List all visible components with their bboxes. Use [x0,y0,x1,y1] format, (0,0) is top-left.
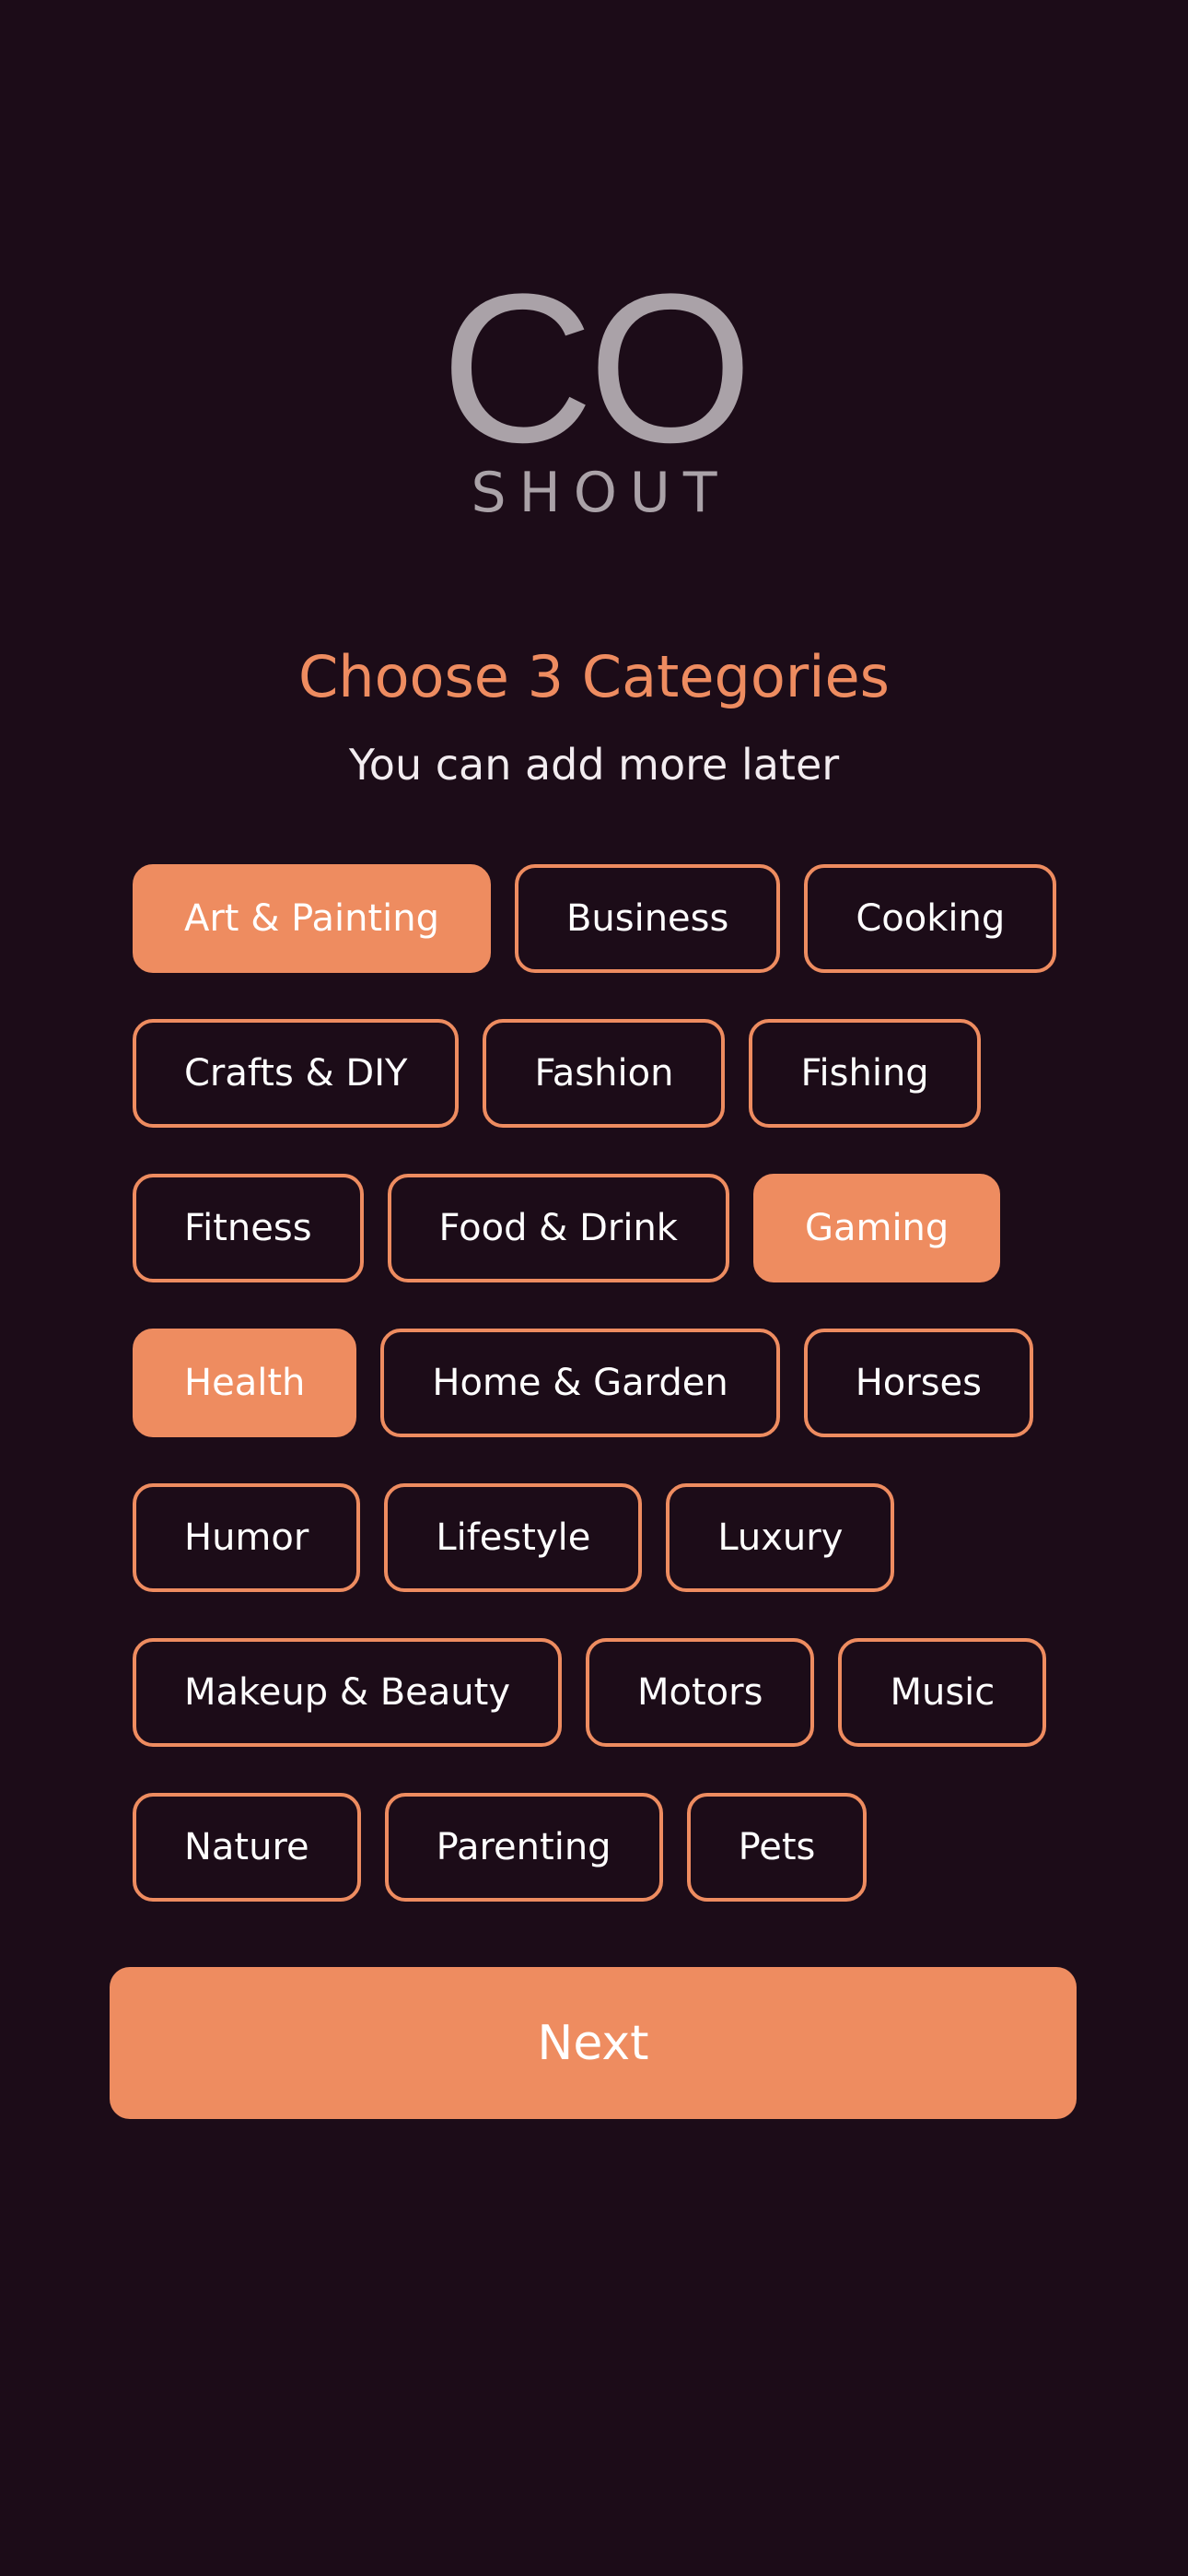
category-chip-fitness[interactable]: Fitness [133,1174,364,1282]
page-subtitle: You can add more later [348,740,840,790]
category-chip-motors[interactable]: Motors [586,1638,815,1747]
category-chip-art-painting[interactable]: Art & Painting [133,864,491,973]
chip-label: Fashion [534,1052,674,1095]
chip-row: Nature Parenting Pets [133,1793,1090,1902]
logo-wordmark: CO [440,250,753,486]
category-chip-crafts-diy[interactable]: Crafts & DIY [133,1019,460,1128]
logo-subtext: SHOUT [471,461,730,525]
chip-label: Luxury [717,1516,844,1559]
category-chip-cooking[interactable]: Cooking [804,864,1057,973]
category-chip-music[interactable]: Music [838,1638,1047,1747]
chip-label: Motors [637,1671,763,1714]
chip-label: Pets [738,1826,816,1868]
category-chip-makeup-beauty[interactable]: Makeup & Beauty [133,1638,563,1747]
chip-row: Fitness Food & Drink Gaming [133,1174,1090,1282]
chip-label: Art & Painting [184,897,439,940]
chip-label: Home & Garden [432,1362,728,1404]
chip-label: Makeup & Beauty [184,1671,511,1714]
chip-row: Humor Lifestyle Luxury [133,1483,1090,1592]
category-chip-lifestyle[interactable]: Lifestyle [384,1483,643,1592]
chip-label: Business [565,897,729,940]
category-chip-horses[interactable]: Horses [803,1329,1034,1437]
category-chip-fashion[interactable]: Fashion [483,1019,726,1128]
chip-row: Makeup & Beauty Motors Music [133,1638,1090,1747]
chip-label: Lifestyle [436,1516,591,1559]
chip-label: Humor [184,1516,309,1559]
category-chip-fishing[interactable]: Fishing [749,1019,981,1128]
category-chip-luxury[interactable]: Luxury [666,1483,895,1592]
chip-row: Art & Painting Business Cooking [133,864,1090,973]
category-chip-home-garden[interactable]: Home & Garden [380,1329,780,1437]
chip-label: Cooking [856,897,1006,940]
chip-label: Health [184,1362,306,1404]
category-chip-list: Art & Painting Business Cooking Crafts &… [133,864,1090,1948]
chip-label: Music [890,1671,996,1714]
chip-label: Food & Drink [438,1207,678,1249]
next-button-label: Next [537,2015,649,2071]
page-title: Choose 3 Categories [298,643,890,710]
chip-label: Gaming [804,1207,949,1249]
chip-row: Crafts & DIY Fashion Fishing [133,1019,1090,1128]
chip-label: Parenting [436,1826,611,1868]
chip-label: Crafts & DIY [184,1052,408,1095]
chip-label: Nature [184,1826,309,1868]
category-chip-gaming[interactable]: Gaming [752,1174,1001,1282]
category-chip-food-drink[interactable]: Food & Drink [387,1174,729,1282]
category-chip-humor[interactable]: Humor [133,1483,361,1592]
chip-row: Health Home & Garden Horses [133,1329,1090,1437]
category-chip-business[interactable]: Business [514,864,781,973]
chip-label: Horses [855,1362,983,1404]
category-chip-pets[interactable]: Pets [686,1793,868,1902]
category-chip-parenting[interactable]: Parenting [384,1793,663,1902]
category-chip-nature[interactable]: Nature [133,1793,361,1902]
chip-label: Fitness [184,1207,312,1249]
next-button[interactable]: Next [110,1967,1077,2119]
category-chip-health[interactable]: Health [133,1329,357,1437]
chip-label: Fishing [800,1052,929,1095]
